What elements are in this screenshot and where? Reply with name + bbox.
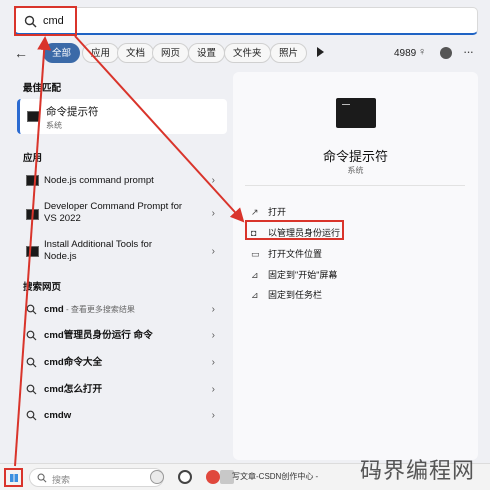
filter-bar: ← 全部 应用 文档 网页 设置 文件夹 照片 4989 ♀ ··· xyxy=(0,40,490,66)
chevron-right-icon[interactable]: › xyxy=(212,357,215,368)
start-search-panel: cmd ← 全部 应用 文档 网页 设置 文件夹 照片 4989 ♀ ··· 最… xyxy=(0,0,490,463)
open-external-icon: ↗ xyxy=(251,207,259,217)
cmd-large-icon xyxy=(336,98,376,128)
chevron-right-icon[interactable]: › xyxy=(212,304,215,315)
best-match-heading: 最佳匹配 xyxy=(23,83,62,94)
back-arrow-icon[interactable]: ← xyxy=(14,45,28,61)
list-item-web-4[interactable]: cmdw › xyxy=(17,406,227,426)
chevron-right-icon[interactable]: › xyxy=(212,384,215,395)
action-label: 以管理员身份运行 xyxy=(268,228,341,238)
search-icon xyxy=(37,473,47,483)
web-heading: 搜索网页 xyxy=(23,282,62,293)
best-match-item[interactable]: 命令提示符 系统 xyxy=(17,99,227,134)
folder-icon: ▭ xyxy=(251,249,260,259)
web-hint: - 查看更多搜索结果 xyxy=(63,305,135,314)
rewards-points: 4989 xyxy=(394,48,417,59)
taskbar-window-csdn[interactable]: 写文章-CSDN创作中心 - xyxy=(232,471,318,482)
detail-pane: 命令提示符 系统 ↗ 打开 ◘ 以管理员身份运行 ▭ 打开文件位置 ⊿ 固定到"开始"屏… xyxy=(233,72,478,460)
list-item-app-2[interactable]: Install Additional Tools for Node.js › xyxy=(17,237,227,267)
web-query: cmdw xyxy=(44,410,72,421)
search-bar[interactable]: cmd xyxy=(14,7,478,35)
best-match-title: 命令提示符 xyxy=(46,106,99,118)
cmd-icon xyxy=(26,246,39,257)
cmd-icon xyxy=(26,175,39,186)
app-label: Install Additional Tools for Node.js xyxy=(44,239,153,262)
action-open[interactable]: ↗ 打开 xyxy=(251,205,286,218)
best-match-subtitle: 系统 xyxy=(46,121,62,130)
chevron-right-icon[interactable]: › xyxy=(212,330,215,341)
search-input[interactable]: cmd xyxy=(43,15,64,27)
app-label: Developer Command Prompt for VS 2022 xyxy=(44,201,183,224)
taskview-icon[interactable] xyxy=(150,470,164,484)
chip-web[interactable]: 网页 xyxy=(152,43,190,63)
apps-heading: 应用 xyxy=(23,153,43,164)
action-run-as-admin[interactable]: ◘ 以管理员身份运行 xyxy=(251,226,340,239)
cmd-icon xyxy=(26,209,39,220)
chatgpt-icon[interactable] xyxy=(178,470,192,484)
cmd-icon xyxy=(27,111,40,122)
web-query: cmd命令大全 xyxy=(44,357,103,368)
chip-settings[interactable]: 设置 xyxy=(188,43,226,63)
search-icon xyxy=(24,15,37,28)
chip-folders[interactable]: 文件夹 xyxy=(224,43,271,63)
windows-icon xyxy=(10,474,18,482)
medal-icon[interactable]: ♀ xyxy=(418,46,426,58)
more-icon[interactable]: ··· xyxy=(463,44,474,59)
chevron-right-icon[interactable]: › xyxy=(212,410,215,421)
action-pin-start[interactable]: ⊿ 固定到"开始"屏幕 xyxy=(251,268,337,281)
search-icon xyxy=(26,410,37,421)
list-item-web-3[interactable]: cmd怎么打开 › xyxy=(17,380,227,400)
chip-photos[interactable]: 照片 xyxy=(270,43,308,63)
search-icon xyxy=(26,330,37,341)
divider xyxy=(245,185,465,186)
detail-title: 命令提示符 xyxy=(322,149,388,164)
taskbar-search[interactable]: 搜索 xyxy=(29,468,164,487)
action-pin-taskbar[interactable]: ⊿ 固定到任务栏 xyxy=(251,288,322,301)
action-open-location[interactable]: ▭ 打开文件位置 xyxy=(251,247,322,260)
search-icon xyxy=(26,384,37,395)
taskbar-search-placeholder: 搜索 xyxy=(52,475,71,485)
shield-icon: ◘ xyxy=(251,228,257,238)
detail-subtitle: 系统 xyxy=(347,166,364,175)
action-label: 打开 xyxy=(268,207,287,217)
list-item-web-0[interactable]: cmd - 查看更多搜索结果 › xyxy=(17,300,227,320)
play-icon[interactable] xyxy=(317,47,324,57)
list-item-app-0[interactable]: Node.js command prompt › xyxy=(17,170,227,192)
chip-docs[interactable]: 文档 xyxy=(117,43,155,63)
list-item-web-2[interactable]: cmd命令大全 › xyxy=(17,353,227,373)
list-item-web-1[interactable]: cmd管理员身份运行 命令 › xyxy=(17,326,227,346)
chevron-right-icon[interactable]: › xyxy=(212,246,215,257)
web-query: cmd管理员身份运行 命令 xyxy=(44,330,153,341)
pin-icon: ⊿ xyxy=(251,290,259,300)
web-query: cmd怎么打开 xyxy=(44,384,103,395)
chip-apps[interactable]: 应用 xyxy=(82,43,120,63)
web-query: cmd xyxy=(44,304,64,315)
avatar[interactable] xyxy=(440,47,452,59)
app-label: Node.js command prompt xyxy=(44,175,154,186)
search-icon xyxy=(26,357,37,368)
action-label: 固定到"开始"屏幕 xyxy=(268,270,338,280)
browser-icon[interactable] xyxy=(206,470,220,484)
list-item-app-1[interactable]: Developer Command Prompt for VS 2022 › xyxy=(17,199,227,229)
watermark: 码界编程网 xyxy=(360,459,476,484)
chevron-right-icon[interactable]: › xyxy=(212,175,215,186)
chip-all[interactable]: 全部 xyxy=(43,43,81,63)
action-label: 固定到任务栏 xyxy=(268,290,323,300)
pin-icon: ⊿ xyxy=(251,270,259,280)
action-label: 打开文件位置 xyxy=(268,249,323,259)
chevron-right-icon[interactable]: › xyxy=(212,208,215,219)
search-icon xyxy=(26,304,37,315)
start-button[interactable] xyxy=(4,468,23,487)
